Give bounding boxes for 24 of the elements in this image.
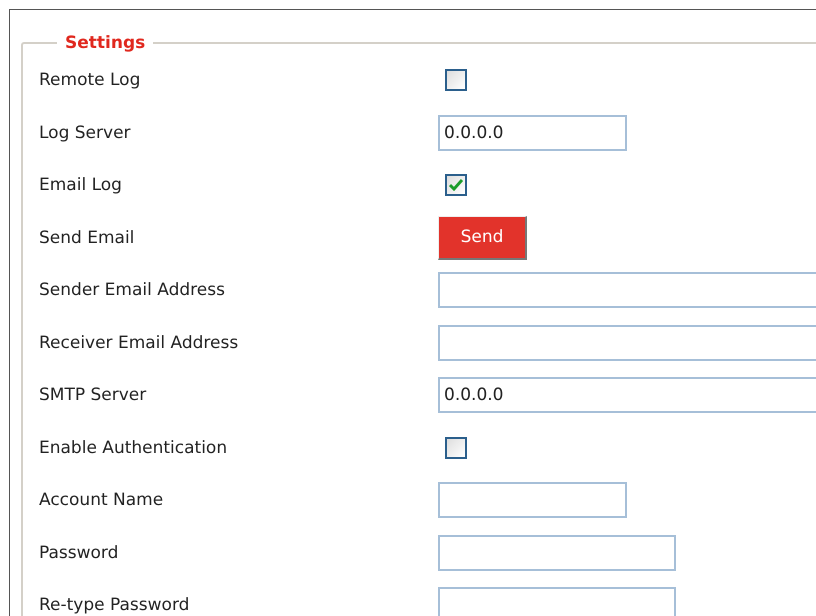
field-label: Sender Email Address	[39, 280, 226, 300]
checkbox[interactable]	[445, 69, 467, 92]
field-label: Account Name	[39, 490, 164, 510]
input-field[interactable]	[438, 482, 627, 518]
checkbox[interactable]	[445, 436, 467, 459]
input-field[interactable]	[438, 272, 816, 308]
send-button[interactable]: Send	[438, 216, 527, 260]
input-field[interactable]: 0.0.0.0	[438, 114, 627, 151]
check-icon	[449, 179, 463, 192]
field-label: Password	[39, 542, 120, 563]
input-field[interactable]: 0.0.0.0	[438, 377, 816, 414]
field-label: SMTP Server	[39, 385, 148, 406]
field-label: Receiver Email Address	[39, 332, 240, 353]
field-label: Send Email	[39, 228, 136, 248]
field-label: Re-type Password	[39, 595, 190, 616]
section-title: Settings	[64, 32, 146, 54]
password-field[interactable]	[438, 587, 676, 616]
field-label: Enable Authentication	[39, 438, 228, 458]
password-field[interactable]	[438, 534, 676, 571]
checkbox[interactable]	[445, 174, 467, 196]
field-label: Email Log	[39, 175, 123, 196]
input-field[interactable]	[438, 324, 816, 361]
field-label: Log Server	[39, 122, 132, 143]
field-label: Remote Log	[39, 70, 142, 90]
